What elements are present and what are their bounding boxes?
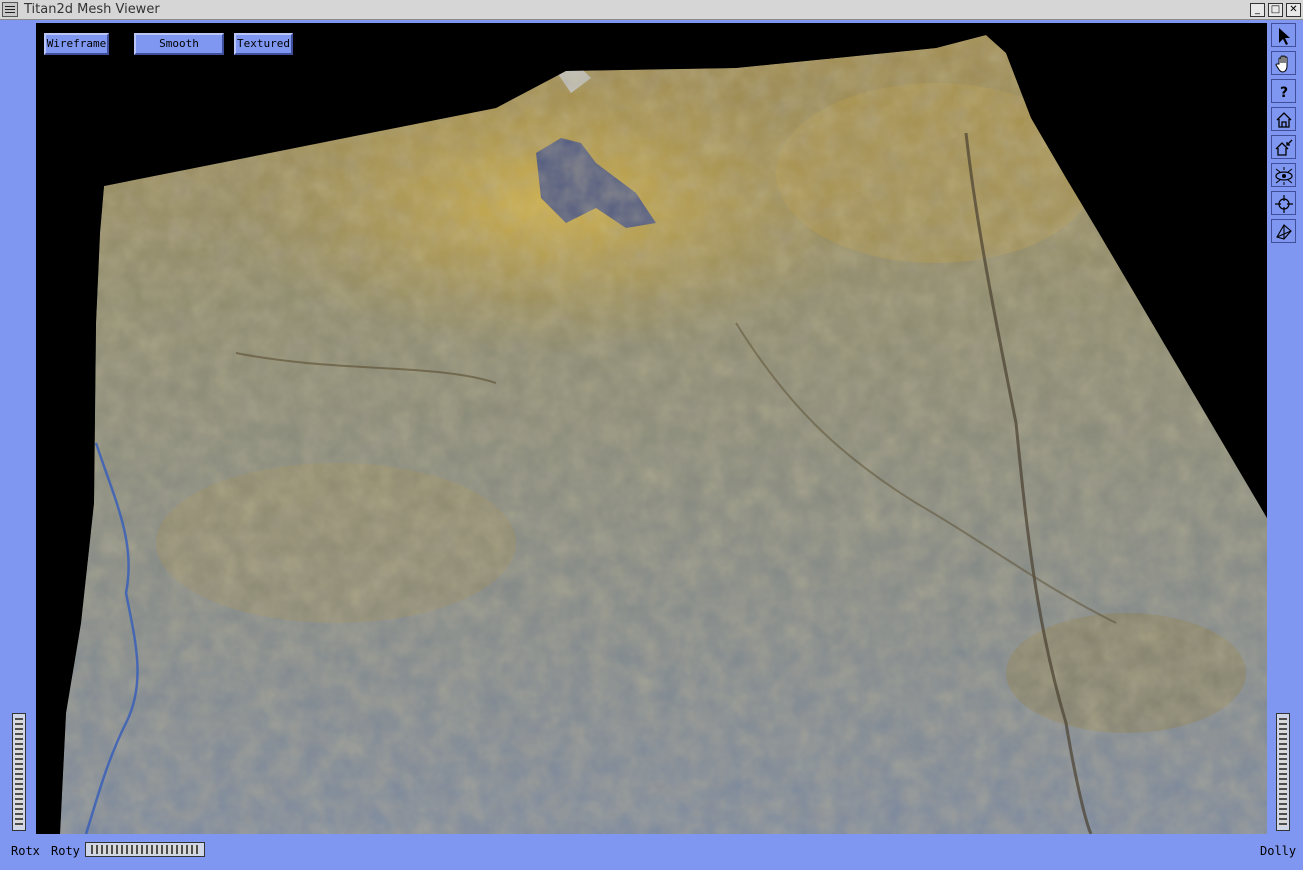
roty-label: Roty: [51, 844, 80, 858]
wireframe-button[interactable]: Wireframe: [44, 33, 109, 55]
maximize-button[interactable]: □: [1268, 3, 1283, 17]
rotx-label: Rotx: [11, 844, 40, 858]
dolly-label: Dolly: [1260, 844, 1297, 858]
perspective-icon[interactable]: [1271, 219, 1296, 243]
minimize-button[interactable]: _: [1250, 3, 1265, 17]
rotx-thumbwheel[interactable]: [12, 713, 26, 831]
set-home-icon[interactable]: [1271, 135, 1296, 159]
window-title: Titan2d Mesh Viewer: [24, 2, 160, 17]
view-all-icon[interactable]: [1271, 163, 1296, 187]
help-icon[interactable]: ?: [1271, 79, 1296, 103]
dolly-thumbwheel[interactable]: [1276, 713, 1290, 831]
svg-text:?: ?: [1280, 85, 1288, 101]
close-button[interactable]: ✕: [1286, 3, 1301, 17]
seek-icon[interactable]: [1271, 191, 1296, 215]
window-menu-button[interactable]: [2, 2, 18, 17]
terrain-render: [60, 35, 1267, 834]
render-viewport[interactable]: [36, 23, 1267, 834]
hand-icon[interactable]: [1271, 51, 1296, 75]
title-bar: Titan2d Mesh Viewer _ □ ✕: [0, 0, 1303, 20]
roty-thumbwheel[interactable]: [85, 842, 205, 857]
pointer-icon[interactable]: [1271, 23, 1296, 47]
smooth-shaded-button[interactable]: Smooth Shaded: [134, 33, 224, 68]
textured-button[interactable]: Textured: [234, 33, 293, 55]
home-icon[interactable]: [1271, 107, 1296, 131]
